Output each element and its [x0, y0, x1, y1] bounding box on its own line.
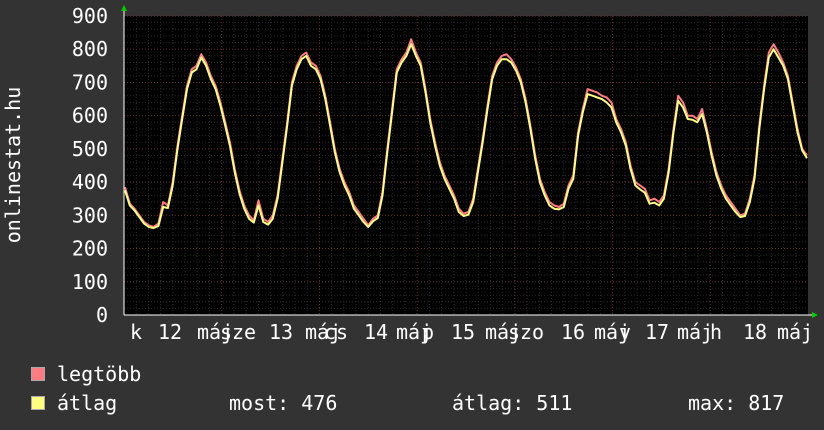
- x-tick-label: cs: [324, 320, 348, 344]
- legend-swatch-legtobb: [31, 367, 45, 381]
- legend-label-legtobb: legtöbb: [57, 362, 142, 386]
- y-tick-label: 300: [72, 203, 108, 227]
- legend-swatch-atlag: [31, 396, 45, 410]
- y-axis-label: onlinestat.hu: [1, 87, 25, 244]
- y-axis-arrow: [121, 5, 127, 11]
- y-tick-label: 400: [72, 170, 108, 194]
- legend-label-atlag: átlag: [57, 391, 118, 415]
- y-tick-label: 800: [72, 37, 108, 61]
- x-tick-label: 15: [451, 320, 475, 344]
- x-tick-label: 18: [743, 320, 767, 344]
- x-tick-label: 12: [158, 320, 182, 344]
- stat-atlag: átlag: 511: [452, 391, 573, 415]
- y-tick-labels: 0 100 200 300 400 500 600 700 800 900: [72, 4, 108, 327]
- legend-item-atlag: átlag: [31, 391, 117, 415]
- x-tick-label: 14: [364, 320, 388, 344]
- y-tick-label: 100: [72, 270, 108, 294]
- x-tick-label: máj: [777, 320, 813, 344]
- x-tick-label: h: [710, 320, 722, 344]
- x-tick-label: 17: [645, 320, 669, 344]
- x-tick-label: k: [130, 320, 142, 344]
- y-tick-label: 500: [72, 137, 108, 161]
- x-tick-label: p: [422, 320, 434, 344]
- x-tick-label: szo: [508, 320, 544, 344]
- y-tick-label: 600: [72, 104, 108, 128]
- legend-item-legtobb: legtöbb: [31, 362, 141, 386]
- plot-background: [124, 16, 808, 315]
- y-tick-label: 700: [72, 70, 108, 94]
- y-tick-label: 0: [96, 303, 108, 327]
- x-tick-label: 16: [561, 320, 585, 344]
- x-tick-label: 13: [269, 320, 293, 344]
- x-tick-labels: k 12 májsze 13 májcs 14 májp 15 májszo 16 májv 17 má…: [130, 320, 813, 344]
- stat-max: max: 817: [688, 391, 785, 415]
- y-tick-label: 900: [72, 4, 108, 28]
- stat-most: most: 476: [229, 391, 338, 415]
- x-tick-label: máj: [677, 320, 713, 344]
- y-tick-label: 200: [72, 237, 108, 261]
- x-axis-arrow: [812, 312, 818, 318]
- x-tick-label: v: [619, 320, 631, 344]
- x-tick-label: sze: [220, 320, 256, 344]
